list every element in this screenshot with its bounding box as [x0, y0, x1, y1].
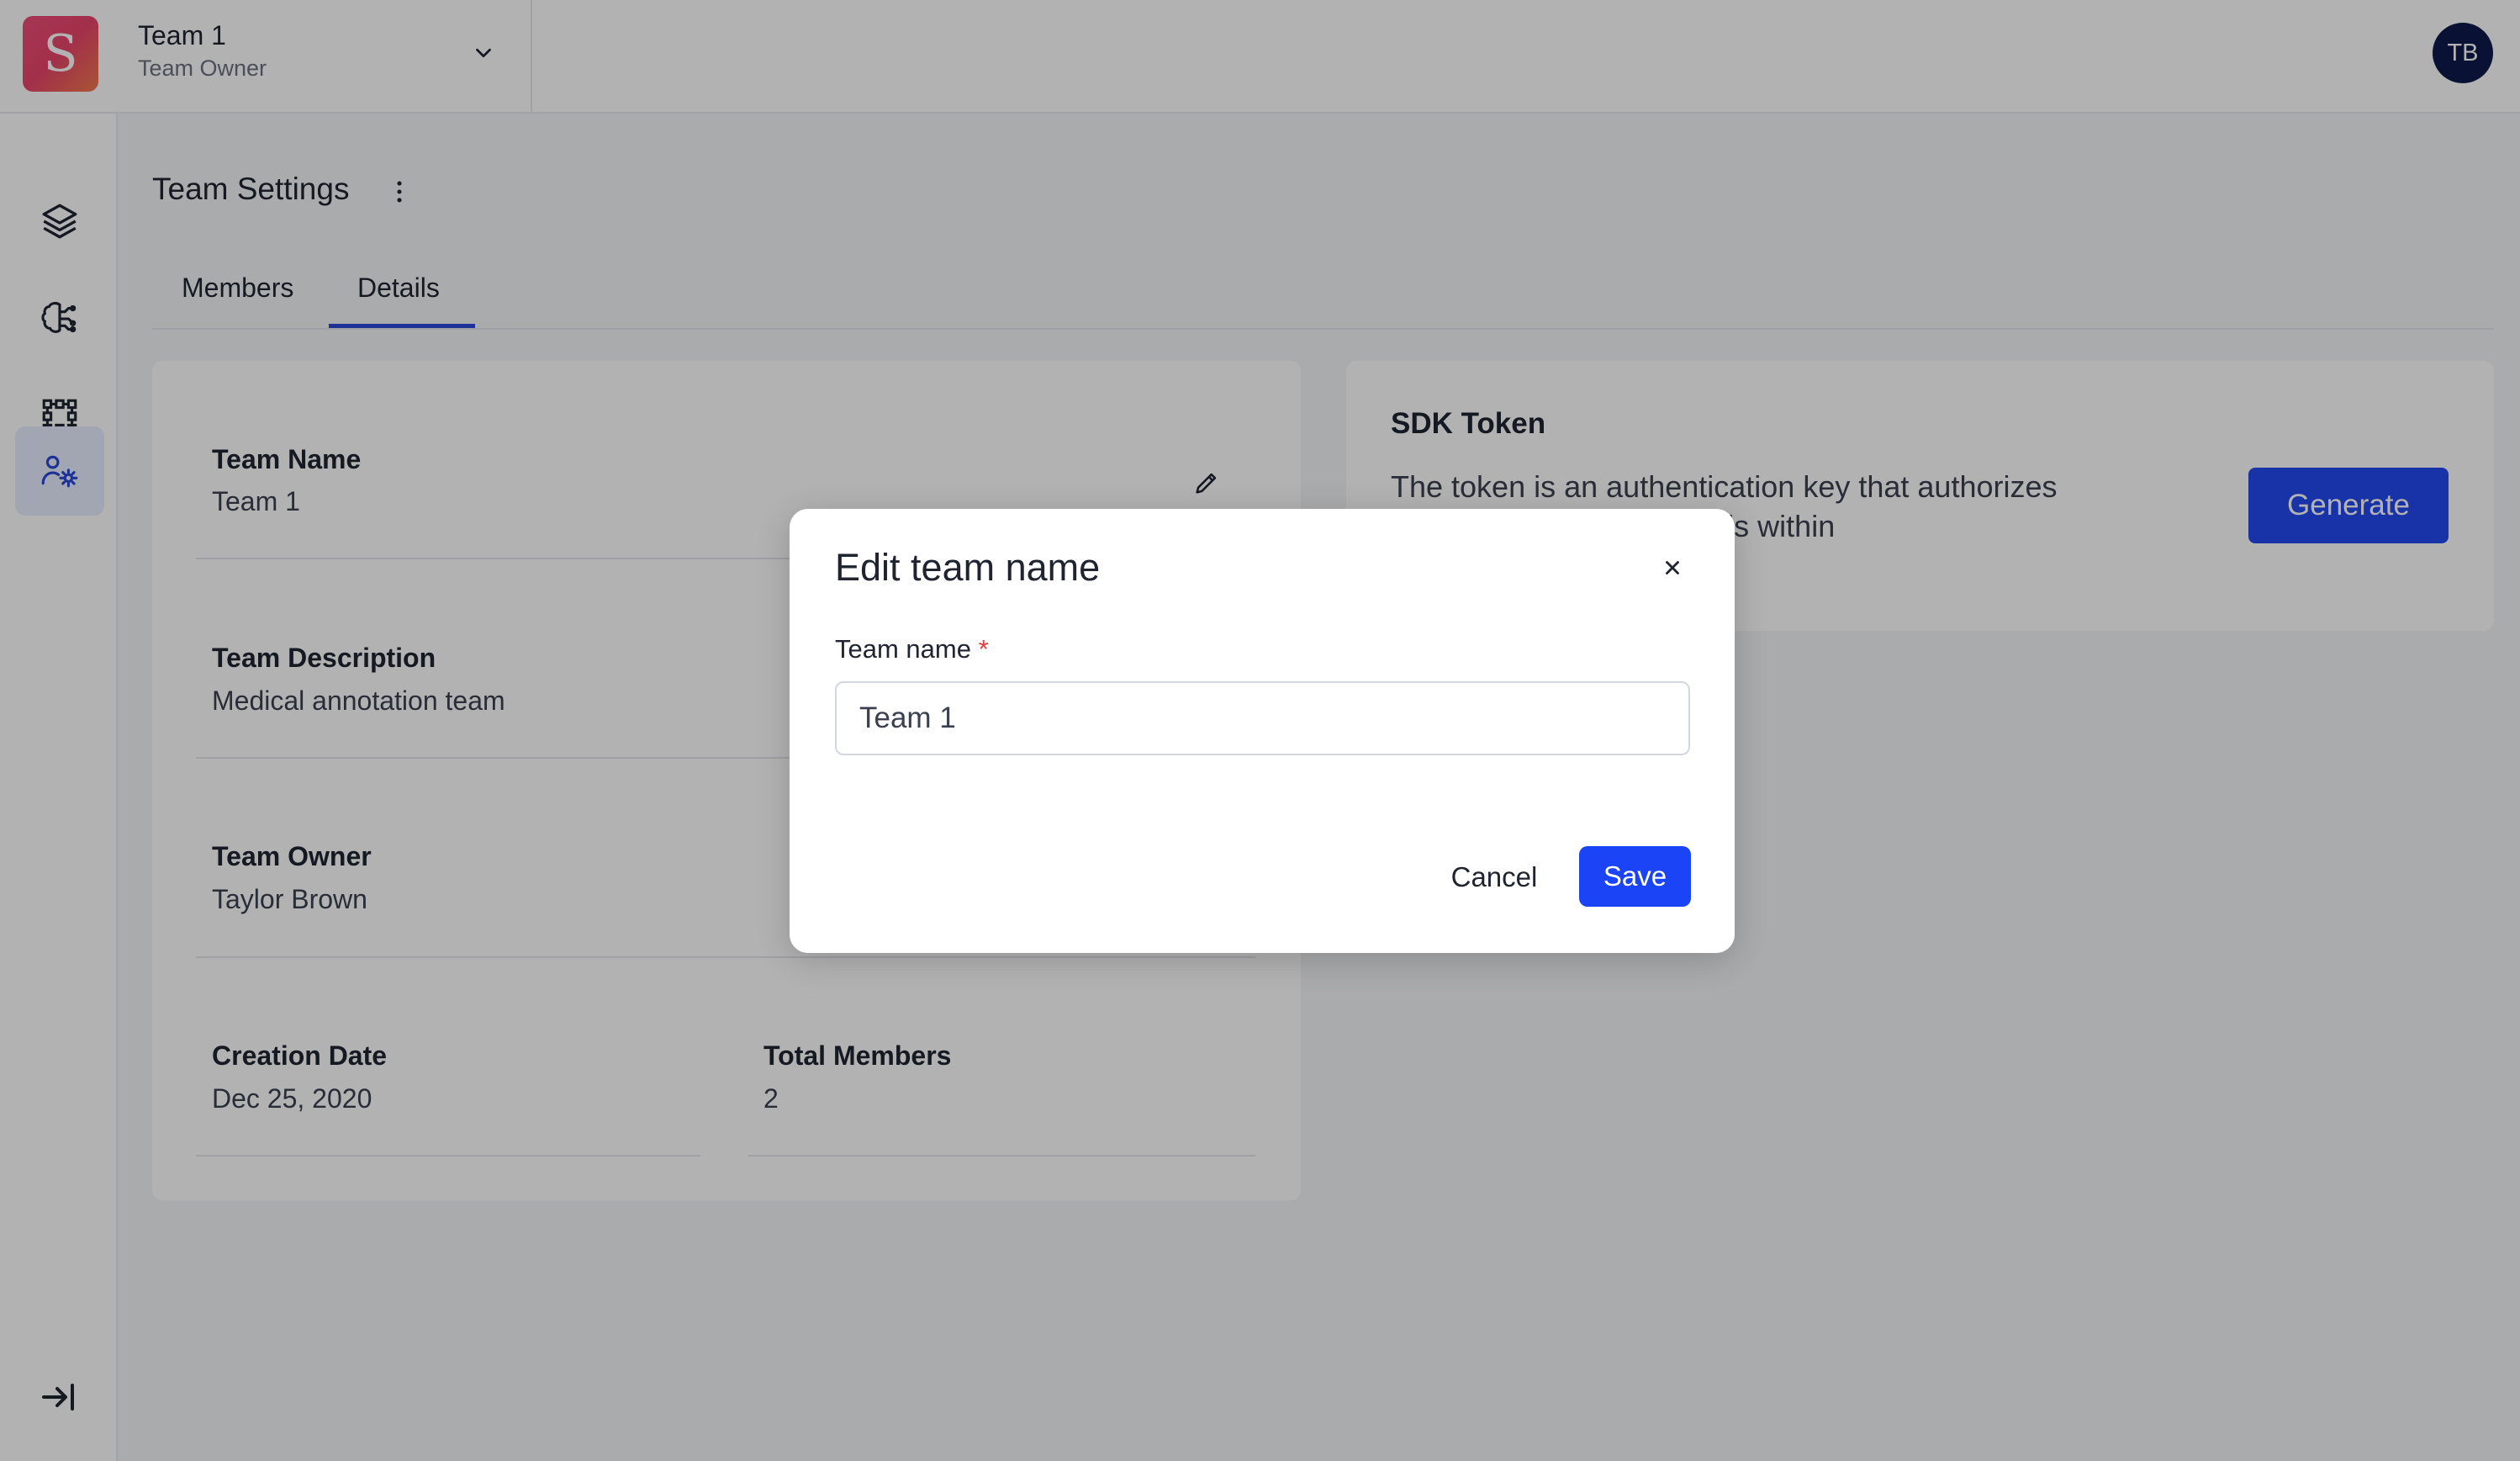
- team-name-field-label: Team name *: [835, 634, 989, 664]
- save-button[interactable]: Save: [1579, 846, 1691, 907]
- dialog-title: Edit team name: [835, 546, 1101, 589]
- close-icon[interactable]: [1662, 557, 1683, 579]
- team-name-field-label-text: Team name: [835, 634, 971, 664]
- required-marker: *: [978, 634, 989, 664]
- cancel-button[interactable]: Cancel: [1429, 846, 1559, 908]
- team-name-input[interactable]: [835, 681, 1690, 755]
